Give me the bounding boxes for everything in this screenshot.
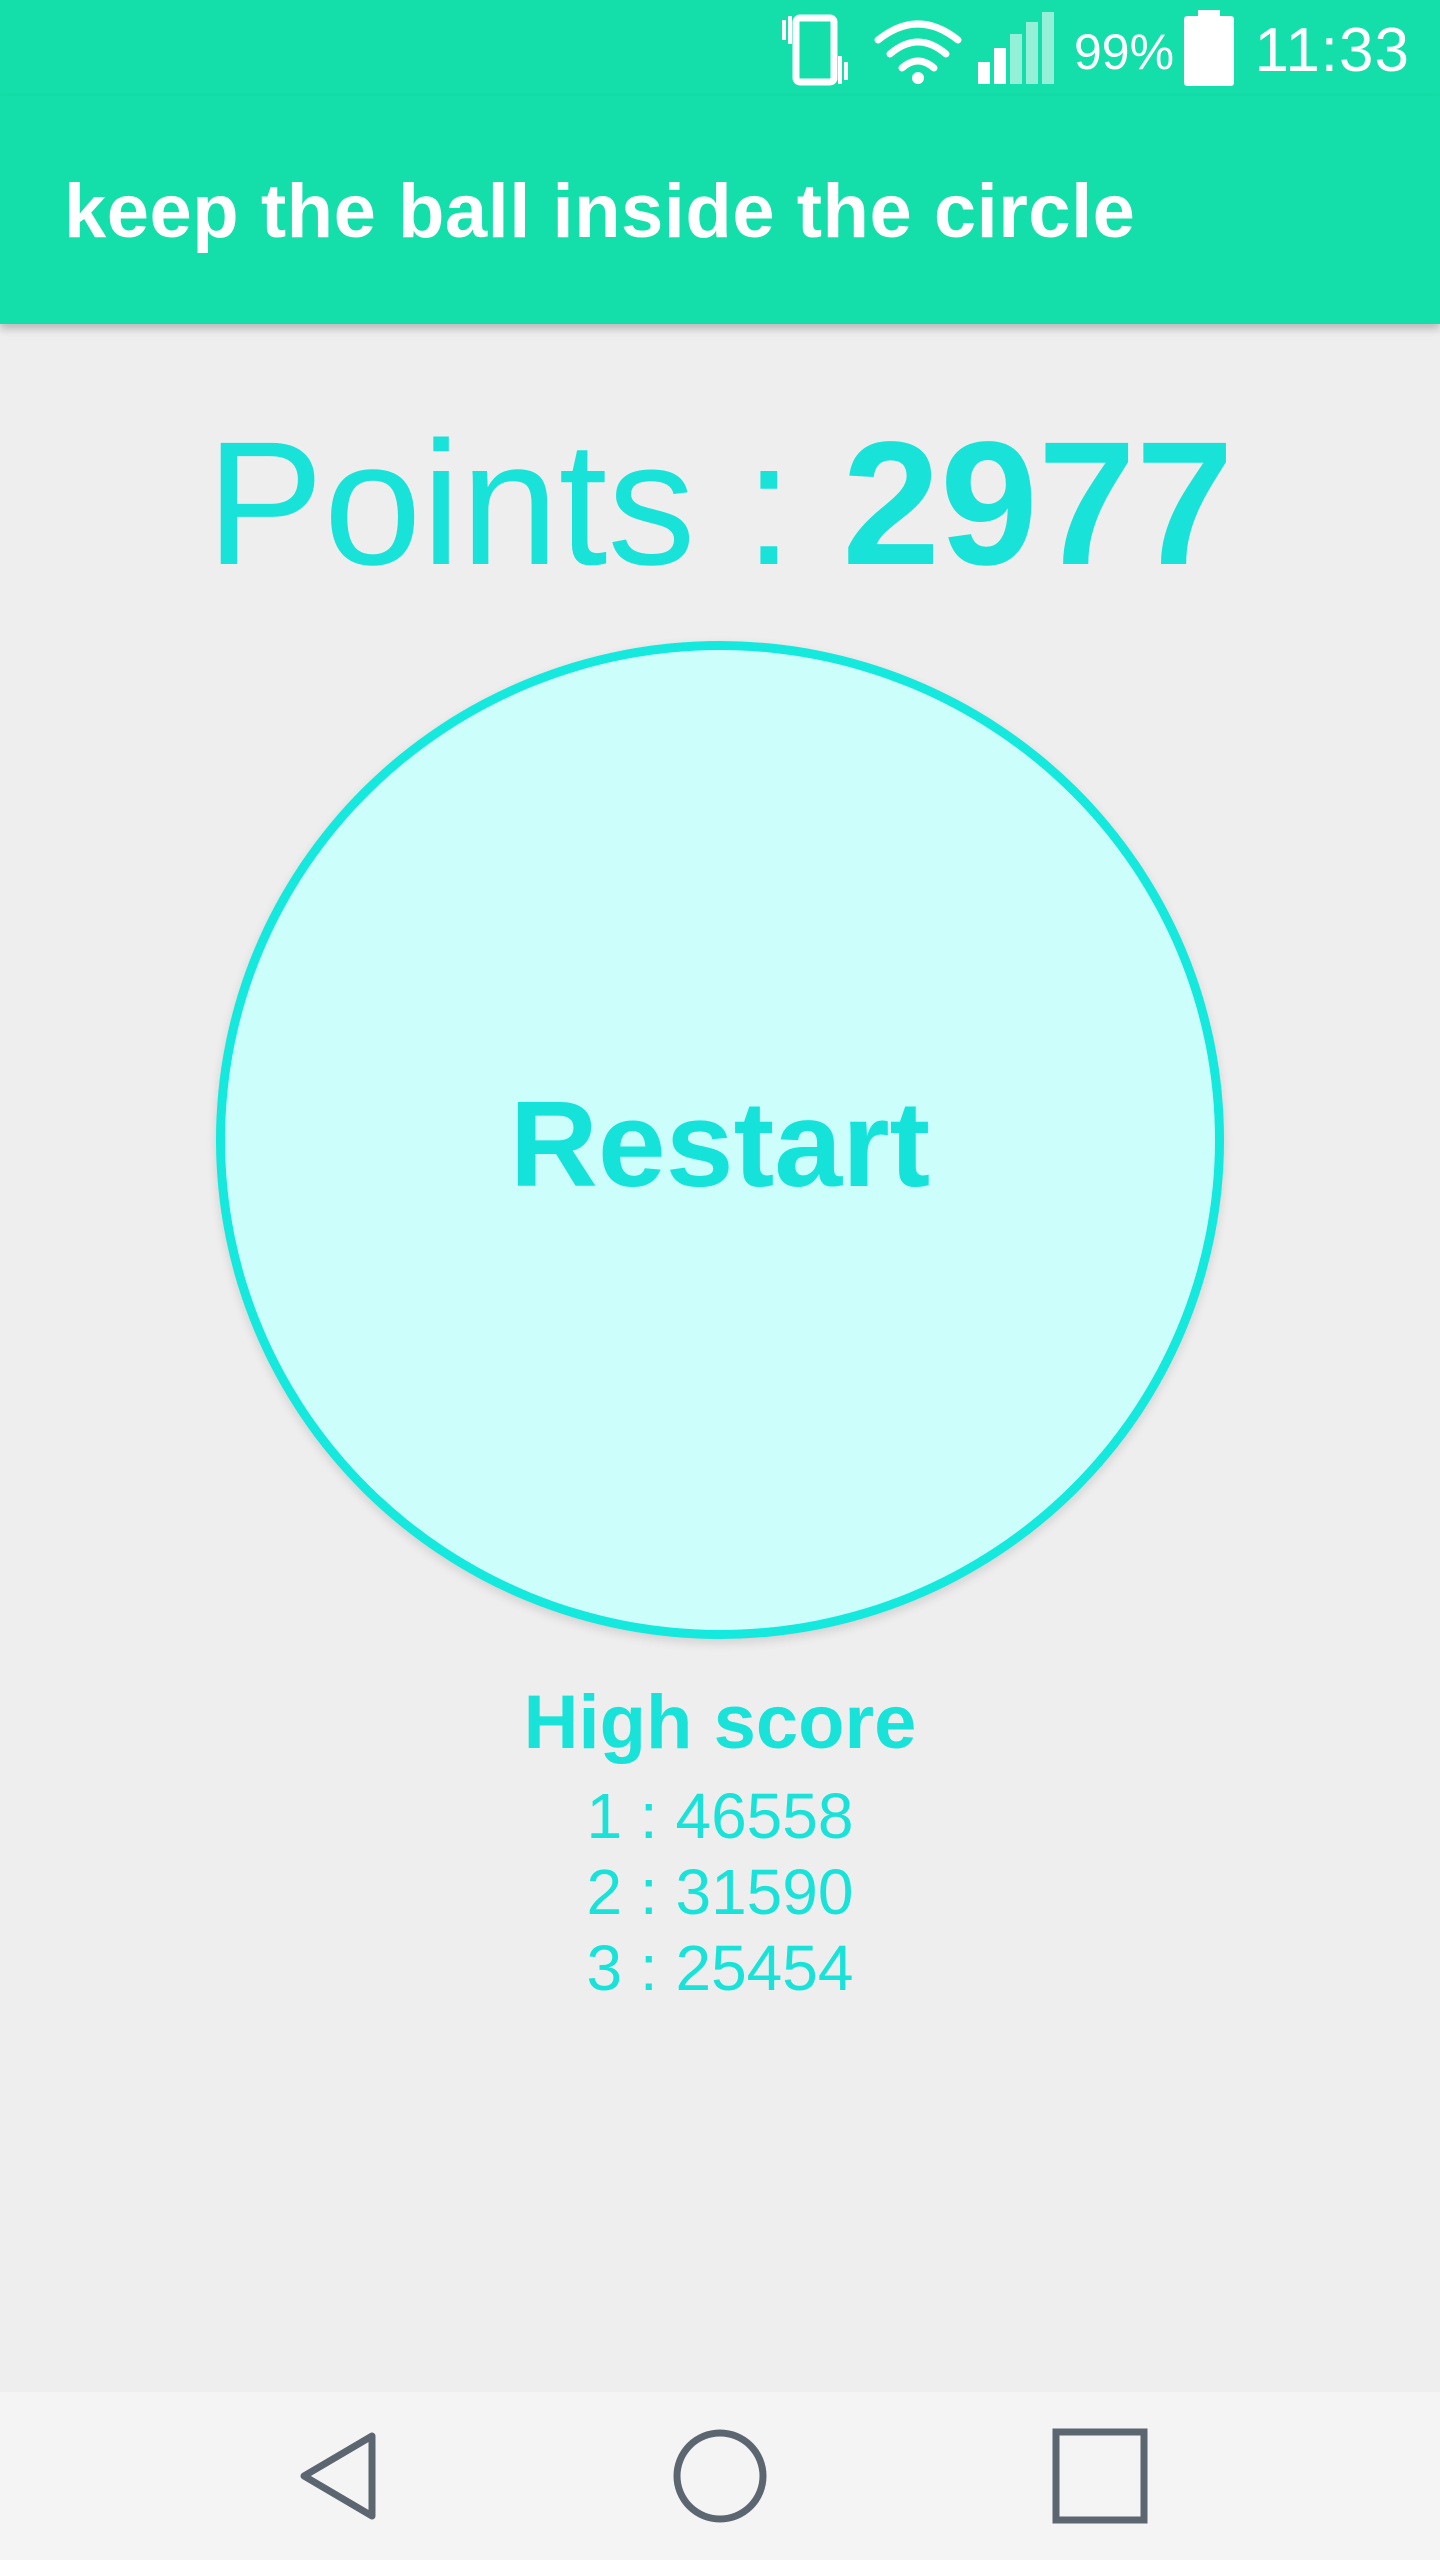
- restart-label: Restart: [509, 1076, 931, 1212]
- points-label: Points :: [206, 406, 843, 602]
- restart-button[interactable]: Restart: [216, 641, 1224, 1639]
- home-button[interactable]: [600, 2392, 840, 2560]
- points-value: 2977: [842, 406, 1234, 602]
- signal-icon: [978, 12, 1054, 84]
- status-bar: 99% 11:33: [0, 0, 1440, 96]
- recents-icon: [1052, 2428, 1148, 2524]
- high-score-entry: 1 : 46558: [586, 1780, 854, 1852]
- high-score-entry: 3 : 25454: [586, 1932, 854, 2004]
- vibrate-icon: [782, 14, 848, 86]
- recents-button[interactable]: [980, 2392, 1220, 2560]
- high-score-title: High score: [523, 1680, 917, 1765]
- back-icon: [300, 2432, 376, 2520]
- wifi-icon: [874, 20, 962, 84]
- high-score-entry: 2 : 31590: [586, 1856, 854, 1928]
- app-title: keep the ball inside the circle: [64, 169, 1136, 254]
- app-bar: keep the ball inside the circle: [0, 96, 1440, 324]
- home-icon: [673, 2429, 767, 2523]
- nav-bar: [0, 2392, 1440, 2560]
- battery-icon: [1184, 10, 1234, 86]
- points-display: Points : 2977: [0, 404, 1440, 604]
- high-score-list: 1 : 46558 2 : 31590 3 : 25454: [0, 1778, 1440, 2006]
- back-button[interactable]: [220, 2392, 460, 2560]
- battery-percent: 99%: [1074, 24, 1175, 80]
- status-time: 11:33: [1254, 16, 1410, 85]
